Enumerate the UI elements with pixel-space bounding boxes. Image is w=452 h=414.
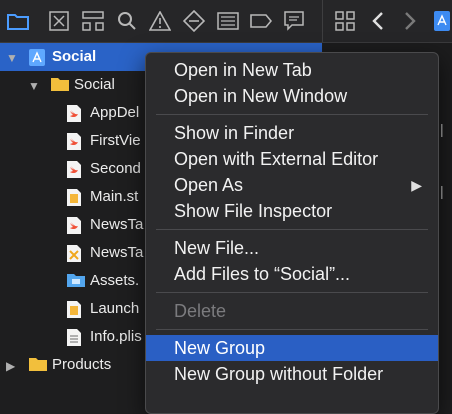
menu-item-add-files-to-social[interactable]: Add Files to “Social”... [146, 261, 438, 287]
navigator-toolbar [0, 0, 452, 43]
disclosure-collapsed-icon[interactable]: ▶ [6, 359, 15, 373]
menu-item-label: Open in New Window [174, 86, 348, 106]
navigator-row-label: NewsTa [90, 216, 144, 233]
menu-item-new-group-without-folder[interactable]: New Group without Folder [146, 361, 438, 387]
menu-item-label: Show File Inspector [174, 201, 333, 221]
swift-file-icon [66, 216, 84, 235]
disclosure-expanded-icon[interactable]: ▼ [28, 79, 40, 93]
menu-item-delete: Delete [146, 298, 438, 324]
swift-file-icon [66, 132, 84, 151]
menu-item-new-file[interactable]: New File... [146, 235, 438, 261]
menu-item-label: Open As [174, 175, 244, 195]
warning-icon[interactable] [148, 9, 172, 33]
plist-icon [66, 328, 84, 347]
navigator-row-label: Products [52, 356, 112, 373]
asset-catalog-icon [66, 272, 85, 291]
search-icon[interactable] [115, 9, 139, 33]
navigator-row-label: Assets. [90, 272, 140, 289]
navigator-row-label: Social [74, 76, 115, 93]
swift-file-icon [66, 160, 84, 179]
menu-item-label: Show in Finder [174, 123, 295, 143]
menu-item-open-with-external-editor[interactable]: Open with External Editor [146, 146, 438, 172]
forward-arrow-icon[interactable] [398, 9, 422, 33]
menu-item-label: New File... [174, 238, 260, 258]
menu-item-label: Delete [174, 301, 227, 321]
navigator-row-label: Social [52, 48, 97, 65]
pane-indicator: | [440, 121, 444, 137]
source-control-icon[interactable] [47, 9, 71, 33]
navigator-row-label: NewsTa [90, 244, 144, 261]
folder-icon [28, 356, 47, 375]
grid-icon[interactable] [333, 9, 357, 33]
menu-item-label: Open in New Tab [174, 60, 312, 80]
storyboard-icon [66, 188, 84, 207]
navigator-row-label: Launch [90, 300, 140, 317]
xib-icon [66, 244, 84, 263]
breakpoint-tag-icon[interactable] [249, 9, 273, 33]
navigator-row-label: Second [90, 160, 141, 177]
menu-item-show-file-inspector[interactable]: Show File Inspector [146, 198, 438, 224]
toolbar-divider [322, 0, 323, 42]
submenu-arrow-icon: ▶ [411, 177, 422, 193]
context-menu: Open in New Tab Open in New Window Show in… [145, 52, 439, 414]
navigator-row-label: AppDel [90, 104, 140, 121]
comment-icon[interactable] [282, 9, 306, 33]
disclosure-expanded-icon[interactable]: ▼ [6, 51, 18, 65]
navigator-row-label: Info.plis [90, 328, 142, 345]
menu-item-open-in-new-tab[interactable]: Open in New Tab [146, 57, 438, 83]
menu-separator [156, 229, 428, 230]
menu-separator [156, 114, 428, 115]
navigator-row-label: Main.st [90, 188, 139, 205]
menu-item-label: New Group without Folder [174, 364, 384, 384]
file-icon[interactable] [430, 9, 452, 33]
menu-item-open-in-new-window[interactable]: Open in New Window [146, 83, 438, 109]
list-icon[interactable] [216, 9, 240, 33]
storyboard-icon [66, 300, 84, 319]
swift-file-icon [66, 104, 84, 123]
xcode-project-icon [28, 48, 46, 67]
menu-separator [156, 292, 428, 293]
folder-icon[interactable] [6, 9, 30, 33]
menu-item-show-in-finder[interactable]: Show in Finder [146, 120, 438, 146]
menu-item-label: Open with External Editor [174, 149, 379, 169]
menu-item-label: New Group [174, 338, 266, 358]
hierarchy-icon[interactable] [81, 9, 105, 33]
pane-indicator: | [440, 183, 444, 199]
test-diamond-icon[interactable] [182, 9, 206, 33]
back-arrow-icon[interactable] [366, 9, 390, 33]
menu-item-open-as[interactable]: Open As ▶ [146, 172, 438, 198]
folder-icon [50, 76, 69, 95]
menu-item-label: Add Files to “Social”... [174, 264, 351, 284]
menu-item-new-group[interactable]: New Group [146, 335, 438, 361]
navigator-row-label: FirstVie [90, 132, 141, 149]
menu-separator [156, 329, 428, 330]
